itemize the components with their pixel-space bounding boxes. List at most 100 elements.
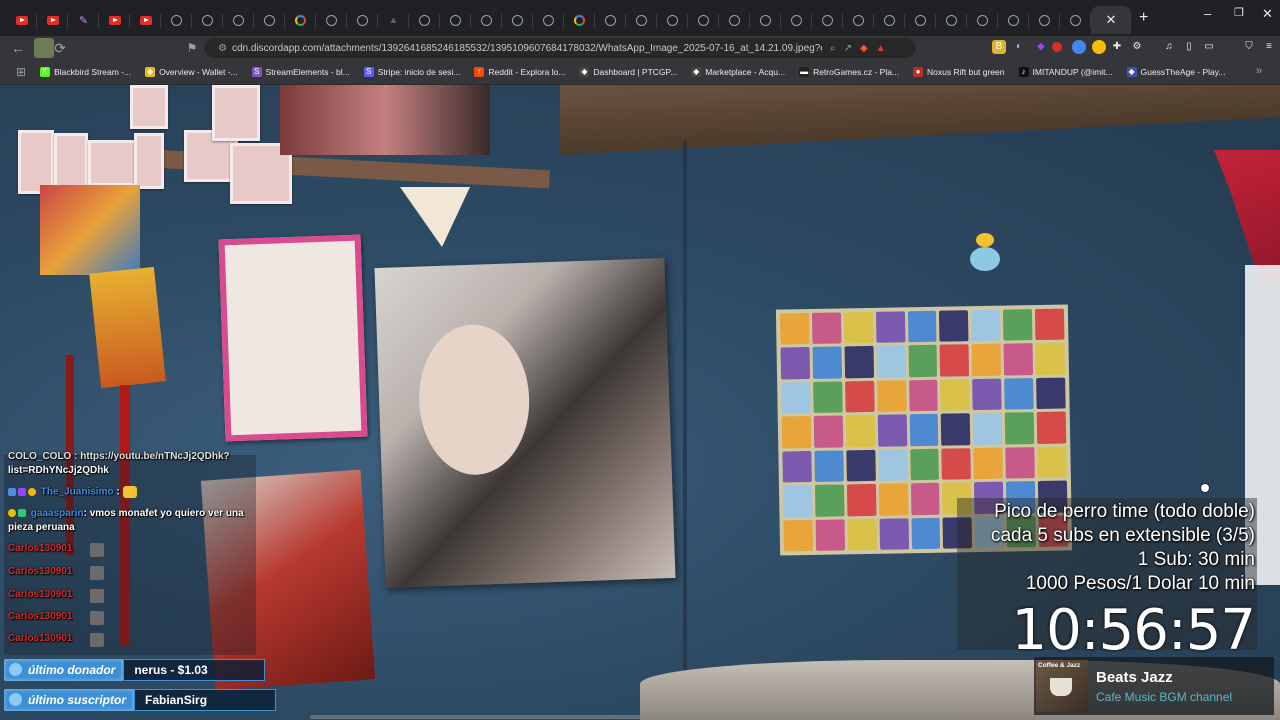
browser-tab[interactable] [223,6,254,34]
extension-icon[interactable]: ⚙ [1130,40,1144,54]
extension-icon[interactable] [1052,42,1062,52]
browser-tab[interactable] [347,6,378,34]
media-icon[interactable]: ♫ [1162,40,1176,54]
browser-tab[interactable] [657,6,688,34]
bookmark-item[interactable]: ◆ Dashboard | PTCGP... [579,67,677,77]
bookmark-item[interactable]: ● Noxus Rift but green [913,67,1005,77]
chat-username[interactable]: Carlos130901 [8,566,73,577]
browser-tab[interactable] [316,6,347,34]
bookmark-icon[interactable]: ⚑ [182,41,202,55]
wallet-icon[interactable]: ▭ [1202,40,1216,54]
bookmark-item[interactable]: ◆ Marketplace - Acqu... [691,67,785,77]
bookmark-favicon-icon: ● [913,67,924,77]
chat-username[interactable]: Carlos130901 [8,611,73,622]
pokemon-card [879,517,909,550]
browser-tab[interactable] [130,6,161,34]
browser-tab[interactable] [502,6,533,34]
brave-shield-icon[interactable]: ◆ [860,43,868,54]
globe-favicon-icon [450,14,461,26]
browser-tab[interactable]: ✎ [68,6,99,34]
pokemon-card [1036,377,1066,410]
horizontal-scrollbar[interactable] [310,715,960,719]
browser-tab[interactable] [192,6,223,34]
browser-tab[interactable] [905,6,936,34]
browser-tab[interactable] [440,6,471,34]
extension-icon[interactable]: ◆ [1034,40,1048,54]
pokemon-card [781,416,812,449]
chat-username[interactable]: Carlos130901 [8,543,73,554]
browser-tab[interactable] [471,6,502,34]
bookmark-item[interactable]: ♪ IMITANDUP (@imit... [1018,67,1113,77]
browser-tab[interactable] [688,6,719,34]
browser-tab[interactable] [254,6,285,34]
bookmark-item[interactable]: K Blackbird Stream -... [40,67,131,77]
browser-tab[interactable] [161,6,192,34]
close-window-button[interactable]: ✕ [1262,6,1273,22]
bookmark-item[interactable]: r Reddit - Explora lo... [474,67,565,77]
browser-tab[interactable] [533,6,564,34]
extension-icon[interactable] [1072,40,1086,54]
share-icon[interactable]: ↗ [844,43,852,54]
browser-tab[interactable] [750,6,781,34]
zoom-icon[interactable]: ⌕ [830,43,836,54]
bookmark-item[interactable]: ◆ GuessTheAge - Play... [1126,67,1226,77]
pokemon-card [907,310,937,343]
rewards-icon[interactable]: ▲ [876,43,886,54]
bookmark-item[interactable]: ▬ RetroGames.cz - Pla... [799,67,899,77]
reload-icon[interactable]: ⟳ [50,40,70,57]
chat-username[interactable]: Carlos130901 [8,633,73,644]
pokemon-card [940,379,970,411]
extensions-puzzle-icon[interactable]: ✚ [1110,40,1124,54]
menu-icon[interactable]: ≡ [1262,40,1276,54]
browser-tab[interactable] [998,6,1029,34]
apps-grid-icon[interactable]: ⊞ [16,65,26,79]
bookmark-label: Noxus Rift but green [927,67,1005,77]
pink-framed-picture [218,234,368,442]
browser-tab[interactable] [719,6,750,34]
browser-tab[interactable] [967,6,998,34]
maximize-button[interactable]: ❐ [1234,6,1244,19]
chat-username[interactable]: gaaasparin [31,508,84,519]
browser-tab[interactable] [843,6,874,34]
chat-username[interactable]: Carlos130901 [8,589,73,600]
browser-tab[interactable] [6,6,37,34]
close-tab-icon[interactable]: ✕ [1106,12,1117,28]
browser-tab[interactable] [99,6,130,34]
vpn-icon[interactable]: ⛉ [1242,40,1256,54]
chat-username[interactable]: The_Juanisimo [41,487,114,498]
minimize-button[interactable]: – [1204,6,1211,21]
browser-tab[interactable] [595,6,626,34]
back-icon[interactable]: ← [8,40,28,56]
new-tab-button[interactable]: + [1139,9,1148,27]
browser-tab[interactable] [285,6,316,34]
browser-tab[interactable] [37,6,68,34]
chat-separator: : [116,486,120,498]
extension-icon[interactable]: ◐ [1012,40,1026,54]
extension-icon[interactable]: B [992,40,1006,54]
browser-tab[interactable] [812,6,843,34]
dim-favicon-icon: ▲ [388,14,399,26]
globe-favicon-icon [853,14,864,26]
more-bookmarks-icon[interactable]: » [1256,65,1262,77]
browser-tab[interactable] [781,6,812,34]
browser-tab[interactable] [874,6,905,34]
browser-tab[interactable] [1060,6,1091,34]
sidebar-icon[interactable]: ▯ [1182,40,1196,54]
bookmark-item[interactable]: ◆ Overview - Wallet -... [145,67,238,77]
browser-tab[interactable] [409,6,440,34]
active-tab[interactable]: ✕ [1091,6,1131,34]
bookmark-favicon-icon: ◆ [145,67,156,77]
site-info-icon[interactable]: ⚙ [218,43,227,54]
browser-tab[interactable] [936,6,967,34]
chat-text: : vmos monafet yo quiero ver una [83,508,244,519]
browser-tab[interactable] [564,6,595,34]
bookmark-label: IMITANDUP (@imit... [1032,67,1113,77]
bookmark-item[interactable]: S Stripe: inicio de sesi... [363,67,460,77]
browser-tab[interactable]: ▲ [378,6,409,34]
browser-tab[interactable] [1029,6,1060,34]
shelf-items [280,85,490,155]
browser-tab[interactable] [626,6,657,34]
extension-icon[interactable] [1092,40,1106,54]
address-bar[interactable]: ⚙ cdn.discordapp.com/attachments/1392641… [204,38,916,58]
bookmark-item[interactable]: S StreamElements - bl... [251,67,350,77]
